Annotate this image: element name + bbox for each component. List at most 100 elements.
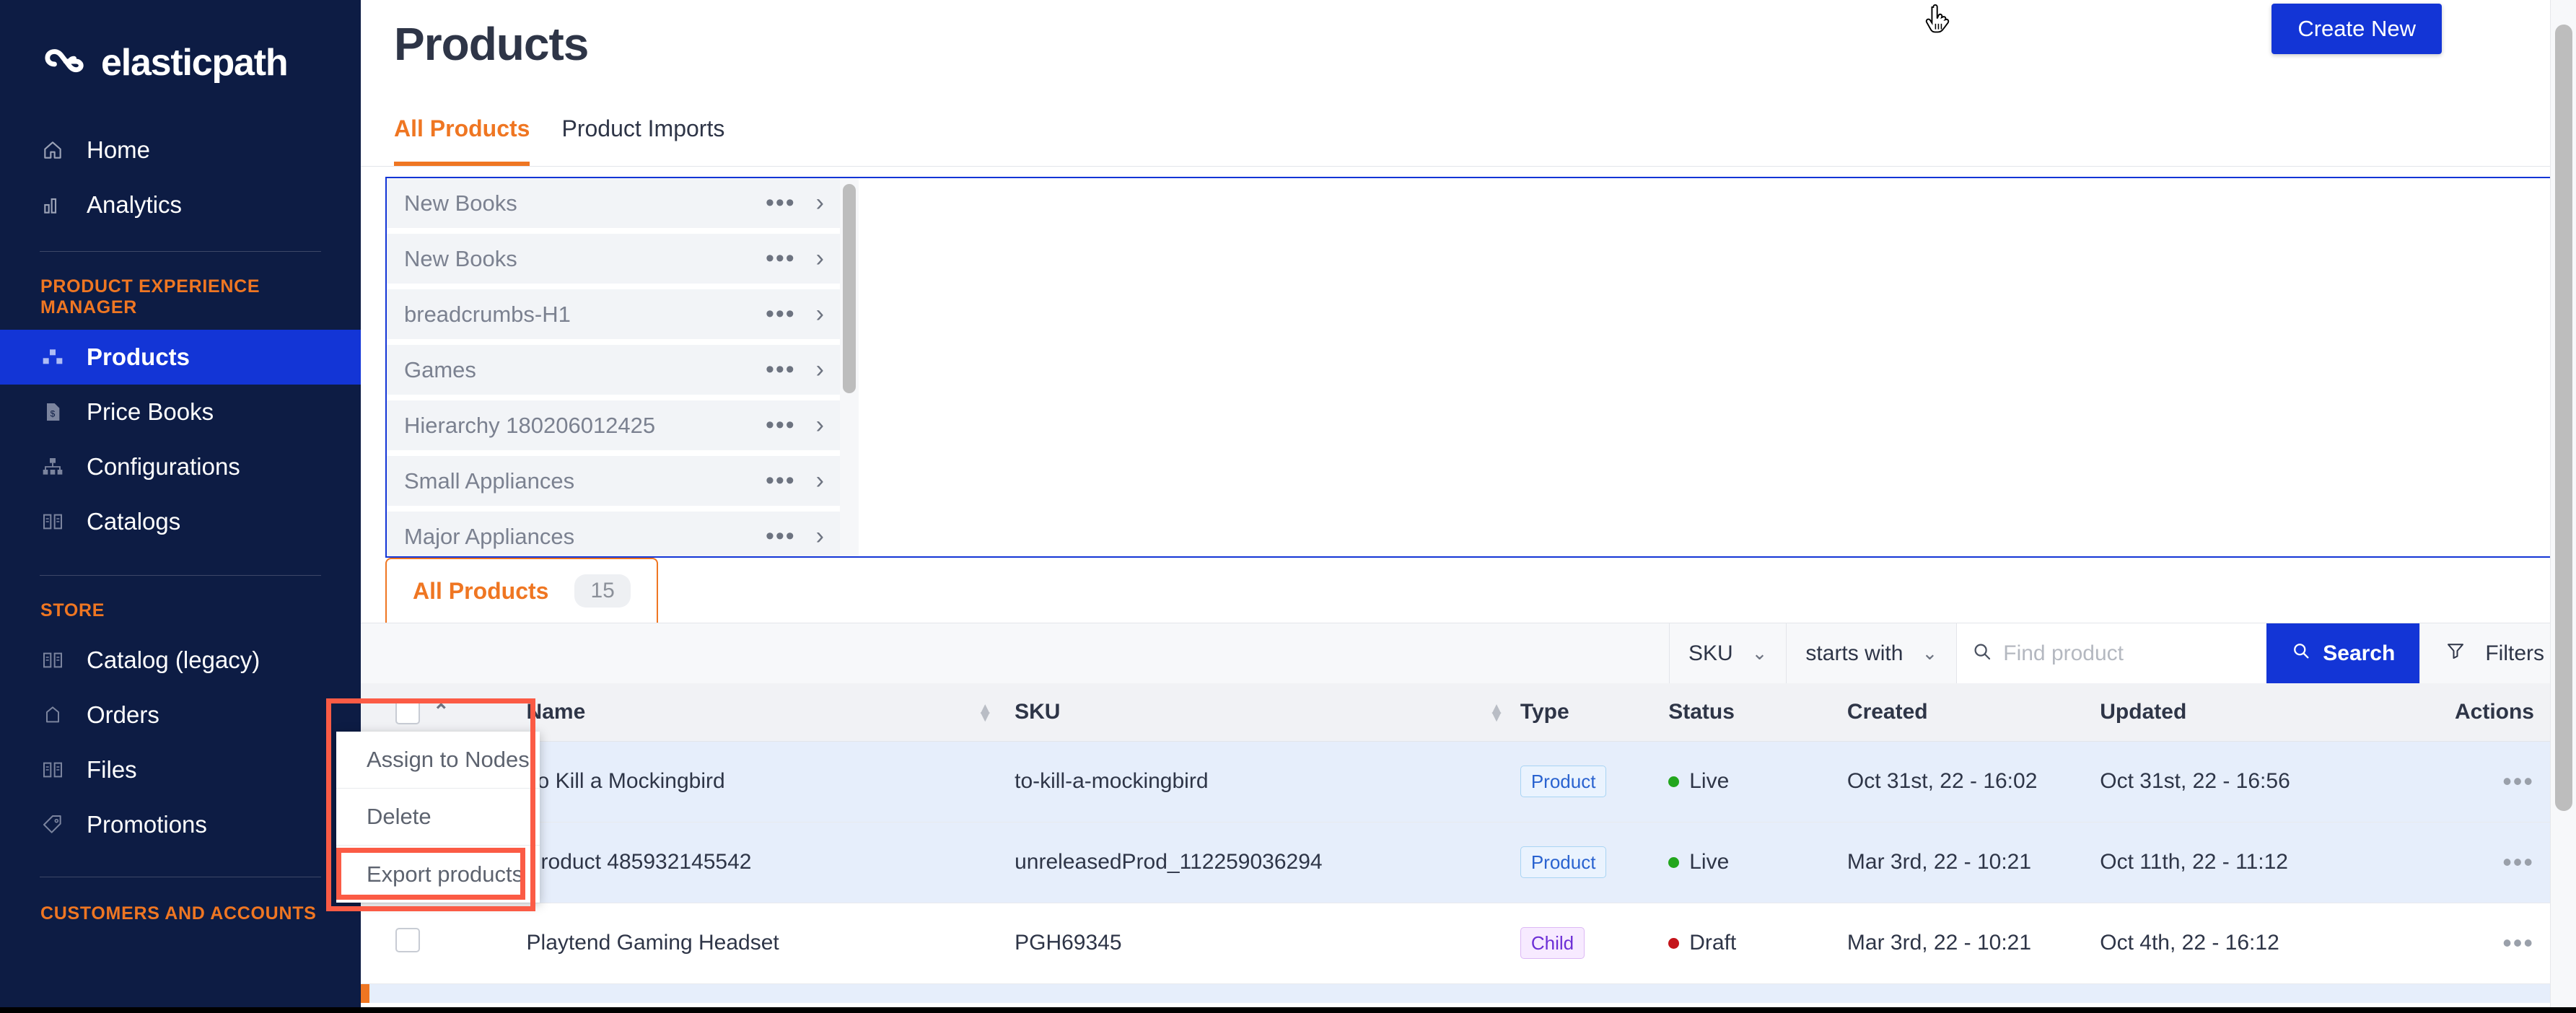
cell-name: Playtend Gaming Headset: [526, 903, 1015, 984]
hierarchy-row-label: Major Appliances: [404, 523, 575, 549]
cell-type: Child: [1520, 903, 1669, 984]
bag-icon: [40, 703, 65, 727]
status-dot-icon: [1668, 776, 1680, 787]
th-sku-label: SKU: [1015, 699, 1061, 724]
sidebar-item-label: Promotions: [87, 811, 207, 838]
chevron-right-icon[interactable]: ›: [816, 245, 840, 273]
section-tab-count: 15: [574, 574, 631, 608]
hierarchy-row[interactable]: Major Appliances ••• ›: [387, 512, 840, 556]
hierarchy-row-label: Hierarchy 180206012425: [404, 412, 656, 438]
sidebar-item-orders[interactable]: Orders: [0, 688, 361, 742]
hierarchy-scrollbar-thumb[interactable]: [843, 184, 856, 393]
status-dot-icon: [1668, 856, 1680, 868]
menu-item-delete[interactable]: Delete: [336, 789, 540, 846]
hierarchy-row[interactable]: New Books ••• ›: [387, 234, 840, 284]
search-button[interactable]: Search: [2266, 623, 2420, 683]
brand-name: elasticpath: [101, 42, 289, 84]
hierarchy-scrollbar[interactable]: [840, 177, 859, 558]
table-row[interactable]: Playtend Gaming Headset PGH69345 Child D…: [361, 903, 2576, 984]
ellipsis-icon[interactable]: •••: [766, 524, 816, 549]
chevron-up-icon[interactable]: ⌃: [433, 701, 450, 723]
brand-logo[interactable]: elasticpath: [0, 0, 361, 85]
chevron-right-icon[interactable]: ›: [816, 300, 840, 328]
sidebar-item-label: Catalogs: [87, 508, 181, 535]
table-row[interactable]: To Kill a Mockingbird to-kill-a-mockingb…: [361, 741, 2576, 823]
row-actions-icon[interactable]: •••: [2502, 930, 2534, 956]
cell-sku: to-kill-a-mockingbird: [1015, 741, 1520, 823]
hierarchy-row[interactable]: New Books ••• ›: [387, 178, 840, 228]
page-title: Products: [394, 18, 589, 70]
book-icon: [40, 758, 65, 782]
sidebar-item-catalogs[interactable]: Catalogs: [0, 494, 361, 549]
cell-updated: Oct 4th, 22 - 16:12: [2100, 903, 2353, 984]
sidebar-item-price-books[interactable]: $ Price Books: [0, 385, 361, 439]
type-badge: Product: [1520, 846, 1607, 878]
cell-status: Draft: [1668, 903, 1847, 984]
cell-updated: Oct 11th, 22 - 11:12: [2100, 822, 2353, 903]
table-row[interactable]: Product 485932145542 unreleasedProd_1122…: [361, 822, 2576, 903]
sidebar-item-label: Products: [87, 343, 190, 370]
tag-icon: [40, 812, 65, 837]
sidebar-item-analytics[interactable]: Analytics: [0, 177, 361, 232]
hierarchy-row[interactable]: Games ••• ›: [387, 345, 840, 395]
section-tabs: All Products 15: [361, 558, 2576, 623]
ellipsis-icon[interactable]: •••: [766, 302, 816, 327]
row-checkbox[interactable]: [395, 928, 420, 952]
cell-status: Live: [1668, 741, 1847, 823]
create-new-button[interactable]: Create New: [2271, 4, 2442, 54]
sidebar-item-configurations[interactable]: Configurations: [0, 439, 361, 494]
section-tab-all-products[interactable]: All Products 15: [385, 558, 658, 623]
chevron-right-icon[interactable]: ›: [816, 467, 840, 495]
th-name-sort[interactable]: ▲ ▼: [744, 683, 1015, 742]
operator-select[interactable]: starts with ⌄: [1786, 623, 1957, 683]
chevron-right-icon[interactable]: ›: [816, 189, 840, 217]
ellipsis-icon[interactable]: •••: [766, 190, 816, 216]
search-input[interactable]: [2003, 641, 2253, 666]
sidebar-item-catalog-legacy[interactable]: Catalog (legacy): [0, 633, 361, 688]
field-select[interactable]: SKU ⌄: [1668, 623, 1787, 683]
th-sku-sort[interactable]: ▲ ▼: [1442, 683, 1520, 742]
hierarchy-row-label: New Books: [404, 190, 517, 216]
ellipsis-icon[interactable]: •••: [766, 468, 816, 494]
filters-label: Filters: [2485, 641, 2544, 665]
chevron-right-icon[interactable]: ›: [816, 411, 840, 439]
search-icon: [2291, 641, 2311, 667]
sidebar-item-files[interactable]: Files: [0, 742, 361, 797]
sidebar-item-promotions[interactable]: Promotions: [0, 797, 361, 852]
menu-item-export-products[interactable]: Export products: [336, 846, 540, 903]
tab-all-products[interactable]: All Products: [394, 115, 530, 166]
sidebar-item-home[interactable]: Home: [0, 123, 361, 177]
cell-updated: Oct 31st, 22 - 16:56: [2100, 741, 2353, 823]
ellipsis-icon[interactable]: •••: [766, 246, 816, 271]
menu-item-assign-to-nodes[interactable]: Assign to Nodes: [336, 732, 540, 789]
sidebar-group-title-pxm: PRODUCT EXPERIENCE MANAGER: [40, 276, 260, 317]
cell-type: Product: [1520, 822, 1669, 903]
sort-arrows-icon[interactable]: ▲ ▼: [1489, 700, 1504, 724]
chevron-right-icon[interactable]: ›: [816, 356, 840, 384]
cell-actions: •••: [2352, 822, 2576, 903]
row-actions-icon[interactable]: •••: [2502, 849, 2534, 875]
page-scrollbar[interactable]: [2550, 0, 2576, 1013]
hierarchy-row[interactable]: Small Appliances ••• ›: [387, 456, 840, 506]
status-badge: Draft: [1668, 931, 1847, 955]
th-name[interactable]: Name: [526, 683, 745, 742]
hierarchy-row[interactable]: Hierarchy 180206012425 ••• ›: [387, 400, 840, 450]
sidebar-item-products[interactable]: Products: [0, 330, 361, 385]
select-all-checkbox[interactable]: [395, 699, 420, 724]
th-status: Status: [1668, 683, 1847, 742]
tab-product-imports[interactable]: Product Imports: [561, 115, 724, 166]
sitemap-icon: [40, 455, 65, 479]
sort-arrows-icon[interactable]: ▲ ▼: [977, 700, 993, 724]
sidebar-item-label: Orders: [87, 701, 159, 728]
hierarchy-row-label: Games: [404, 356, 476, 382]
bulk-actions-context-menu: Assign to Nodes Delete Export products: [336, 732, 540, 903]
th-sku[interactable]: SKU: [1015, 683, 1442, 742]
hierarchy-row[interactable]: breadcrumbs-H1 ••• ›: [387, 289, 840, 339]
search-field-wrap: [1956, 623, 2267, 683]
status-label: Live: [1689, 769, 1730, 793]
ellipsis-icon[interactable]: •••: [766, 357, 816, 382]
chevron-right-icon[interactable]: ›: [816, 522, 840, 551]
page-scrollbar-thumb[interactable]: [2555, 25, 2572, 811]
row-actions-icon[interactable]: •••: [2502, 768, 2534, 794]
ellipsis-icon[interactable]: •••: [766, 413, 816, 438]
